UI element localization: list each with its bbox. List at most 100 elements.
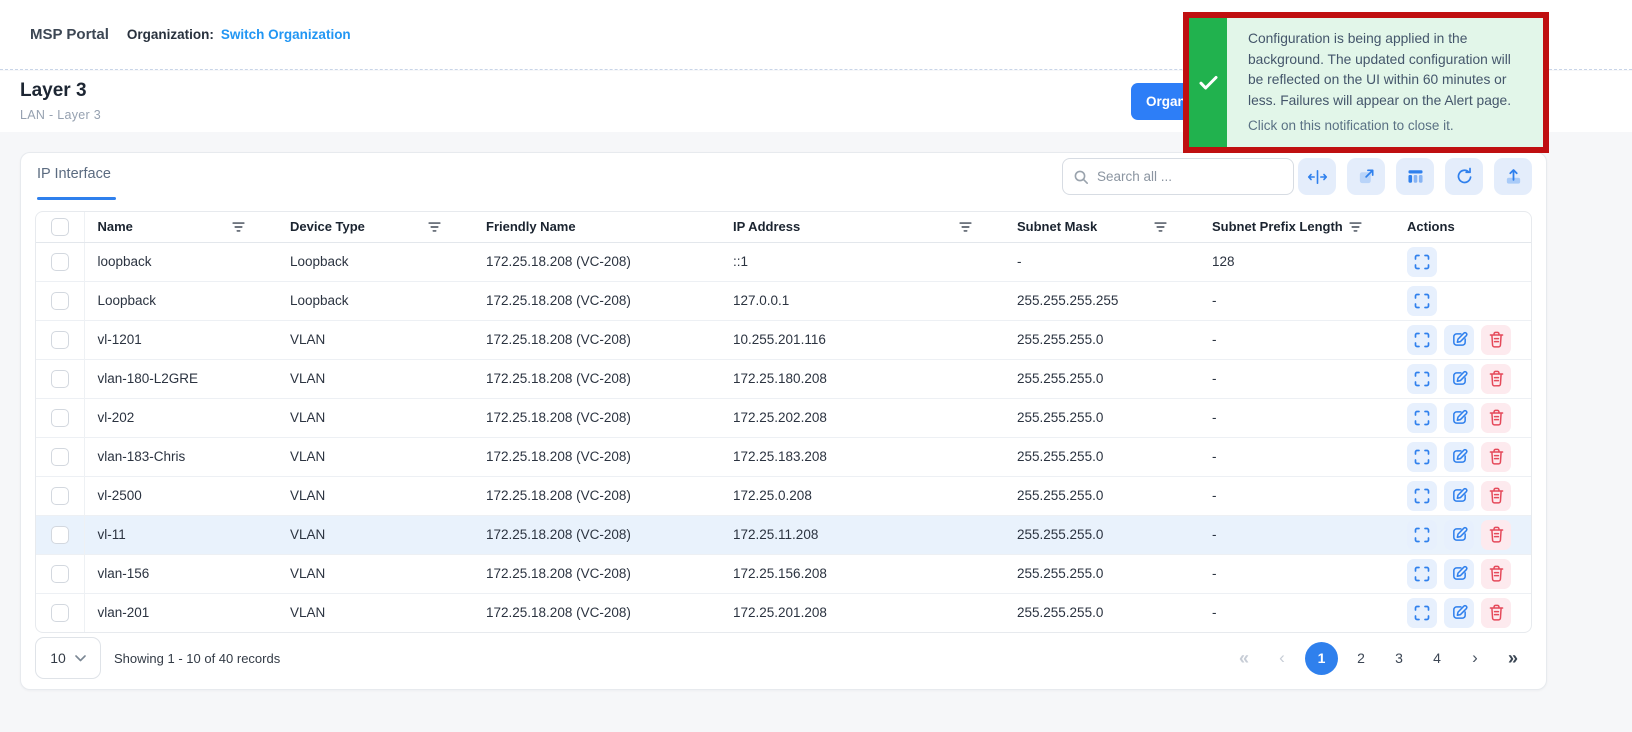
edit-icon: [1451, 370, 1468, 387]
success-toast[interactable]: Configuration is being applied in the ba…: [1183, 12, 1549, 153]
expand-icon: [1414, 332, 1430, 348]
expand-row-button[interactable]: [1407, 481, 1437, 511]
delete-row-button[interactable]: [1481, 442, 1511, 472]
expand-icon: [1414, 293, 1430, 309]
expand-icon: [1414, 605, 1430, 621]
pagination: « ‹ 1 2 3 4 › »: [1229, 642, 1532, 675]
row-checkbox[interactable]: [51, 448, 69, 466]
search-box: [1062, 158, 1294, 195]
row-actions: [1407, 559, 1523, 589]
edit-row-button[interactable]: [1444, 403, 1474, 433]
edit-row-button[interactable]: [1444, 481, 1474, 511]
row-actions: [1407, 325, 1523, 355]
fit-width-button[interactable]: [1298, 158, 1336, 195]
edit-row-button[interactable]: [1444, 364, 1474, 394]
delete-row-button[interactable]: [1481, 559, 1511, 589]
expand-icon: [1414, 449, 1430, 465]
cell-friendly-name: 172.25.18.208 (VC-208): [473, 554, 720, 593]
pagination-page-1[interactable]: 1: [1305, 642, 1338, 675]
pagination-page-2[interactable]: 2: [1346, 643, 1376, 673]
columns-button[interactable]: [1396, 158, 1434, 195]
pagination-last[interactable]: »: [1498, 643, 1528, 673]
pagination-next[interactable]: ›: [1460, 643, 1490, 673]
cell-subnet-prefix-length: 128: [1199, 242, 1394, 281]
expand-row-button[interactable]: [1407, 598, 1437, 628]
trash-icon: [1489, 565, 1504, 582]
breadcrumb: LAN - Layer 3: [20, 108, 101, 122]
delete-row-button[interactable]: [1481, 325, 1511, 355]
row-checkbox[interactable]: [51, 253, 69, 271]
delete-row-button[interactable]: [1481, 403, 1511, 433]
expand-row-button[interactable]: [1407, 403, 1437, 433]
row-checkbox[interactable]: [51, 565, 69, 583]
cell-device-type: VLAN: [277, 554, 473, 593]
edit-row-button[interactable]: [1444, 520, 1474, 550]
page-title: Layer 3: [20, 80, 87, 102]
upload-icon: [1504, 167, 1523, 186]
subnet-prefix-filter-button[interactable]: [1347, 219, 1364, 235]
search-input[interactable]: [1097, 169, 1283, 184]
edit-row-button[interactable]: [1444, 442, 1474, 472]
cell-device-type: VLAN: [277, 320, 473, 359]
expand-row-button[interactable]: [1407, 325, 1437, 355]
edit-row-button[interactable]: [1444, 325, 1474, 355]
row-checkbox[interactable]: [51, 526, 69, 544]
cell-ip-address: 172.25.11.208: [720, 515, 1004, 554]
device-type-filter-button[interactable]: [426, 219, 443, 235]
expand-row-button[interactable]: [1407, 364, 1437, 394]
expand-icon: [1414, 566, 1430, 582]
pagination-prev[interactable]: ‹: [1267, 643, 1297, 673]
expand-row-button[interactable]: [1407, 442, 1437, 472]
row-checkbox[interactable]: [51, 409, 69, 427]
organization-link[interactable]: Switch Organization: [221, 27, 351, 42]
cell-ip-address: 172.25.156.208: [720, 554, 1004, 593]
cell-name: vl-11: [84, 515, 277, 554]
expand-icon: [1414, 371, 1430, 387]
row-checkbox[interactable]: [51, 370, 69, 388]
select-all-checkbox[interactable]: [51, 218, 69, 236]
row-checkbox[interactable]: [51, 604, 69, 622]
trash-icon: [1489, 526, 1504, 543]
table-row: vlan-156VLAN172.25.18.208 (VC-208)172.25…: [36, 554, 1531, 593]
delete-row-button[interactable]: [1481, 598, 1511, 628]
row-checkbox[interactable]: [51, 331, 69, 349]
row-actions: [1407, 286, 1523, 316]
edit-icon: [1451, 487, 1468, 504]
delete-row-button[interactable]: [1481, 481, 1511, 511]
name-filter-button[interactable]: [230, 219, 247, 235]
pagination-page-4[interactable]: 4: [1422, 643, 1452, 673]
expand-row-button[interactable]: [1407, 520, 1437, 550]
row-checkbox[interactable]: [51, 292, 69, 310]
table-footer: 10 Showing 1 - 10 of 40 records « ‹ 1 2 …: [35, 635, 1532, 681]
expand-row-button[interactable]: [1407, 286, 1437, 316]
expand-row-button[interactable]: [1407, 559, 1437, 589]
filter-icon: [959, 221, 972, 233]
cell-subnet-prefix-length: -: [1199, 476, 1394, 515]
delete-row-button[interactable]: [1481, 520, 1511, 550]
edit-icon: [1451, 331, 1468, 348]
open-in-new-button[interactable]: [1347, 158, 1385, 195]
table-toolbar: [1298, 158, 1532, 195]
column-header-name: Name: [84, 212, 277, 242]
pagination-page-3[interactable]: 3: [1384, 643, 1414, 673]
cell-name: Loopback: [84, 281, 277, 320]
row-checkbox[interactable]: [51, 487, 69, 505]
pagination-first[interactable]: «: [1229, 643, 1259, 673]
records-summary: Showing 1 - 10 of 40 records: [114, 651, 280, 666]
cell-friendly-name: 172.25.18.208 (VC-208): [473, 281, 720, 320]
edit-row-button[interactable]: [1444, 598, 1474, 628]
refresh-button[interactable]: [1445, 158, 1483, 195]
cell-ip-address: 127.0.0.1: [720, 281, 1004, 320]
expand-icon: [1414, 254, 1430, 270]
layer3-page: MSP Portal Organization: Switch Organiza…: [0, 0, 1632, 732]
upload-button[interactable]: [1494, 158, 1532, 195]
page-size-select[interactable]: 10: [35, 637, 101, 679]
table-row: vl-202VLAN172.25.18.208 (VC-208)172.25.2…: [36, 398, 1531, 437]
tab-ip-interface[interactable]: IP Interface: [37, 166, 111, 194]
subnet-mask-filter-button[interactable]: [1152, 219, 1169, 235]
expand-row-button[interactable]: [1407, 247, 1437, 277]
ip-address-filter-button[interactable]: [957, 219, 974, 235]
edit-row-button[interactable]: [1444, 559, 1474, 589]
delete-row-button[interactable]: [1481, 364, 1511, 394]
trash-icon: [1489, 331, 1504, 348]
